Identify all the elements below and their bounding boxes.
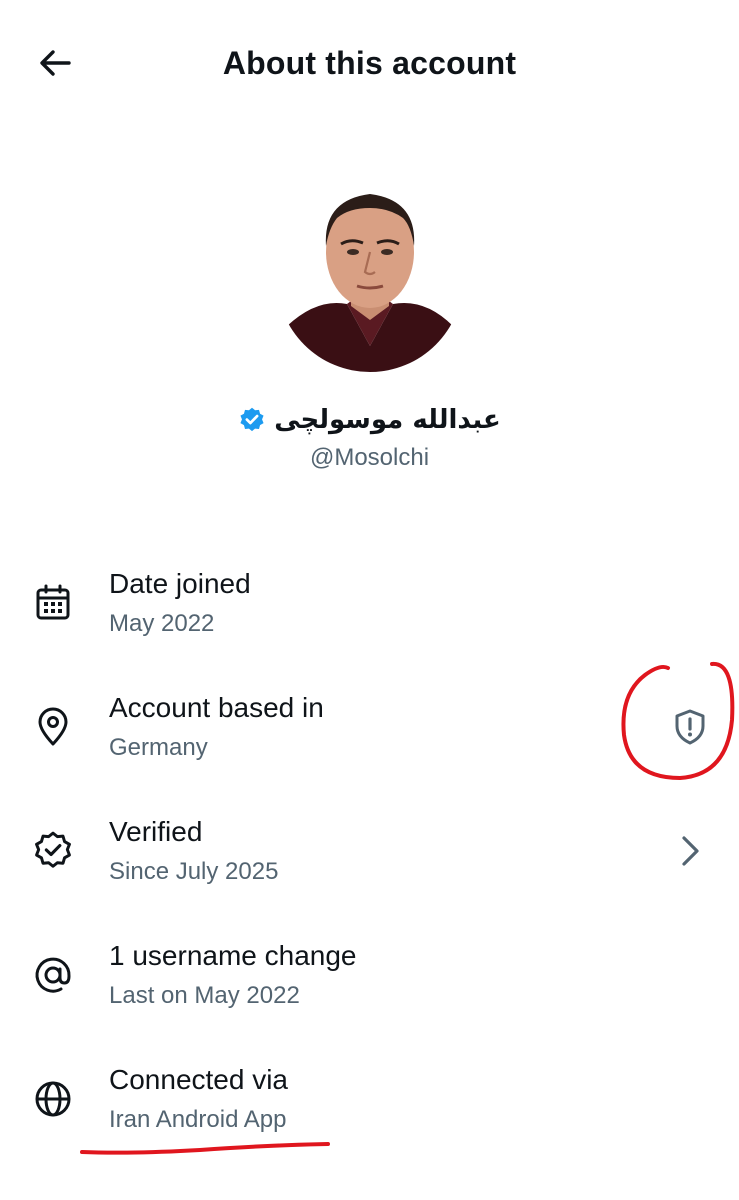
row-value: Since July 2025 bbox=[109, 858, 279, 885]
shield-alert-icon[interactable] bbox=[665, 702, 715, 752]
info-row-account-based-in[interactable]: Account based in Germany bbox=[0, 684, 739, 794]
verified-badge-icon bbox=[240, 407, 264, 432]
display-name-row: عبدالله موسولچی bbox=[0, 400, 739, 440]
row-value: Last on May 2022 bbox=[109, 982, 300, 1009]
username-handle: @Mosolchi bbox=[309, 444, 430, 471]
at-sign-icon bbox=[28, 950, 78, 1000]
top-bar: About this account bbox=[0, 0, 739, 125]
info-row-date-joined: Date joined May 2022 bbox=[0, 560, 739, 670]
chevron-right-icon[interactable] bbox=[665, 826, 715, 876]
calendar-icon bbox=[28, 578, 78, 628]
verified-seal-icon bbox=[28, 826, 78, 876]
row-label: 1 username change bbox=[109, 940, 357, 971]
info-row-verified[interactable]: Verified Since July 2025 bbox=[0, 808, 739, 918]
info-row-connected-via: Connected via Iran Android App bbox=[0, 1056, 739, 1166]
row-value: May 2022 bbox=[109, 610, 215, 637]
avatar[interactable] bbox=[277, 186, 463, 372]
row-value: Germany bbox=[109, 734, 208, 761]
row-label: Date joined bbox=[109, 568, 251, 599]
row-label: Connected via bbox=[109, 1064, 289, 1095]
globe-icon bbox=[28, 1074, 78, 1124]
row-label: Account based in bbox=[109, 692, 324, 723]
location-pin-icon bbox=[28, 702, 78, 752]
row-value: Iran Android App bbox=[109, 1106, 287, 1133]
page-title: About this account bbox=[222, 45, 517, 81]
info-row-username-change: 1 username change Last on May 2022 bbox=[0, 932, 739, 1042]
row-label: Verified bbox=[109, 816, 203, 847]
display-name: عبدالله موسولچی bbox=[274, 405, 501, 435]
